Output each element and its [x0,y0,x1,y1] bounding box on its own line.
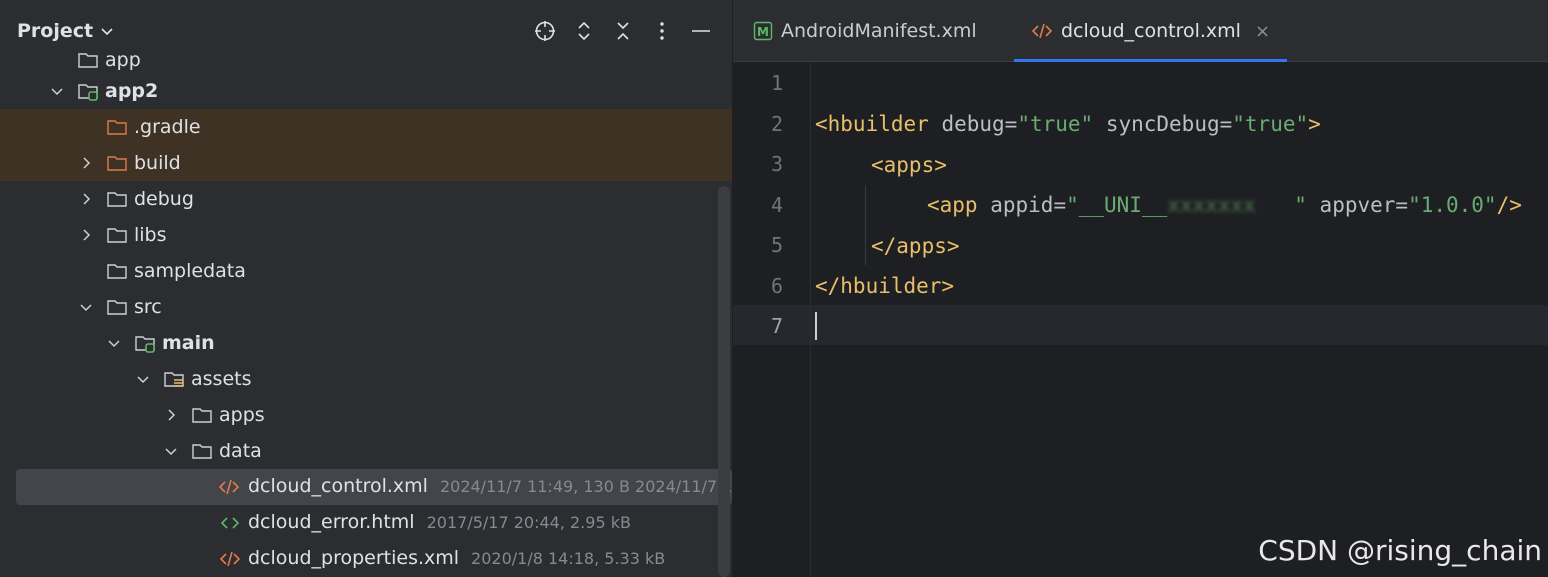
tree-row-app2[interactable]: app2 [0,73,732,109]
file-meta: 2020/1/8 14:18, 5.33 kB [471,549,666,568]
folder-icon [192,444,212,459]
resources-folder-icon [164,372,184,387]
tree-row-assets[interactable]: assets [0,361,732,397]
chevron-right-icon[interactable] [163,407,179,423]
folder-icon [107,300,127,315]
tree-row-dcloud-properties[interactable]: dcloud_properties.xml 2020/1/8 14:18, 5.… [0,541,732,577]
crosshair-button[interactable] [532,18,558,44]
close-icon[interactable]: × [1255,21,1270,42]
hide-panel-button[interactable] [688,18,714,44]
code-line-4: <app appid="__UNI__xxxxxxx " appver="1.0.… [927,193,1522,217]
editor-area: M AndroidManifest.xml dcloud_control.xml… [733,0,1548,577]
tree-row-dcloud-error[interactable]: dcloud_error.html 2017/5/17 20:44, 2.95 … [0,505,732,541]
svg-text:M: M [757,25,769,39]
file-meta: 2024/11/7 11:49, 130 B 2024/11/7 11:5 [439,477,732,496]
excluded-folder-icon [107,156,127,171]
expand-all-button[interactable] [571,18,597,44]
folder-icon [107,228,127,243]
tree-row-build[interactable]: build [0,145,732,181]
code-line-5: </apps> [871,234,960,258]
tree-row-dcloud-control[interactable]: dcloud_control.xml 2024/11/7 11:49, 130 … [16,469,732,505]
folder-icon [78,53,98,68]
source-root-folder-icon [135,336,155,353]
chevron-right-icon[interactable] [78,227,94,243]
tree-label: app [105,49,141,71]
chevron-down-icon[interactable] [106,335,122,351]
project-panel: Project app app2 .gradle build debug lib… [0,0,732,577]
manifest-file-icon: M [753,21,773,41]
code-line-6: </hbuilder> [815,274,955,298]
xml-file-icon [219,551,241,567]
tree-label: app2 [105,80,159,102]
crosshair-icon [535,21,555,41]
project-view-selector[interactable]: Project [17,20,115,42]
tree-row-gradle[interactable]: .gradle [0,109,732,145]
tree-label: libs [134,224,167,246]
tree-row-src[interactable]: src [0,289,732,325]
tree-row-debug[interactable]: debug [0,181,732,217]
line-number: 5 [770,233,783,257]
folder-icon [107,192,127,207]
folder-icon [192,408,212,423]
code-line-3: <apps> [871,153,947,177]
collapse-icon [617,22,629,40]
chevron-down-icon [101,28,113,36]
tree-label: dcloud_control.xml [248,475,428,497]
line-number: 4 [770,193,783,217]
indent-guide [865,185,866,265]
line-number: 6 [770,274,783,298]
tree-label: debug [134,188,194,210]
editor-tabbar: M AndroidManifest.xml dcloud_control.xml… [733,0,1548,62]
expand-icon [578,21,590,41]
more-icon [660,22,664,40]
chevron-down-icon[interactable] [78,299,94,315]
html-file-icon [220,517,240,529]
tree-label: sampledata [134,260,246,282]
tree-scrollbar[interactable] [718,186,730,577]
tab-label: AndroidManifest.xml [781,20,977,42]
tree-label: apps [219,404,265,426]
tree-label: main [162,332,215,354]
xml-file-icon [1031,20,1053,42]
line-number: 7 [770,314,783,338]
tree-label: src [134,296,162,318]
xml-file-icon [218,479,240,495]
module-folder-icon [78,84,98,101]
more-options-button[interactable] [649,18,675,44]
line-number: 1 [770,71,783,95]
chevron-down-icon[interactable] [49,83,65,99]
code-editor[interactable]: <hbuilder debug="true" syncDebug="true">… [815,62,1548,577]
chevron-right-icon[interactable] [78,191,94,207]
chevron-down-icon[interactable] [135,371,151,387]
tree-row-data[interactable]: data [0,433,732,469]
tab-label: dcloud_control.xml [1061,20,1241,42]
tab-android-manifest[interactable]: M AndroidManifest.xml [753,0,977,62]
text-caret [815,312,817,340]
file-meta: 2017/5/17 20:44, 2.95 kB [426,513,631,532]
tree-label: .gradle [134,116,201,138]
collapse-all-button[interactable] [610,18,636,44]
tree-label: assets [191,368,252,390]
tree-label: data [219,440,262,462]
tree-row-apps[interactable]: apps [0,397,732,433]
line-number: 3 [770,152,783,176]
chevron-down-icon[interactable] [163,443,179,459]
chevron-right-icon[interactable] [78,155,94,171]
tree-row-libs[interactable]: libs [0,217,732,253]
tree-row-main[interactable]: main [0,325,732,361]
line-number-gutter: 1 2 3 4 5 6 7 [733,62,811,577]
folder-icon [107,264,127,279]
tree-label: dcloud_properties.xml [248,547,460,569]
tab-dcloud-control[interactable]: dcloud_control.xml × [1014,0,1288,62]
project-title: Project [17,20,94,42]
excluded-folder-icon [107,120,127,135]
tree-row-sampledata[interactable]: sampledata [0,253,732,289]
code-line-2: <hbuilder debug="true" syncDebug="true"> [815,112,1321,136]
project-tree: app app2 .gradle build debug libs sample… [0,49,732,577]
tree-label: dcloud_error.html [248,511,415,533]
line-number: 2 [770,112,783,136]
watermark: CSDN @rising_chain [1258,534,1542,567]
minimize-icon [692,30,710,32]
tree-label: build [134,152,181,174]
